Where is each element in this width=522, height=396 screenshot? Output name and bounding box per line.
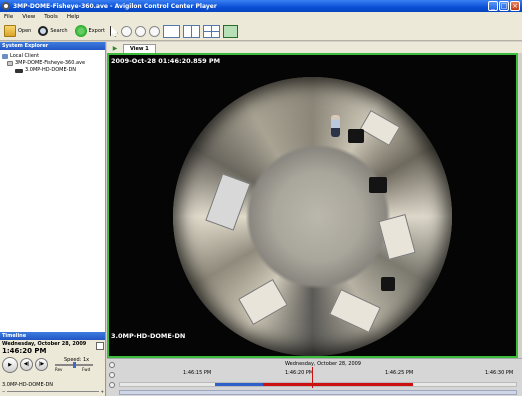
app-icon <box>2 2 10 10</box>
layout-split-icon[interactable] <box>182 24 200 38</box>
pan-tool-icon[interactable] <box>120 25 132 37</box>
scrubber-tick: 1:46:20 PM <box>285 370 314 376</box>
minimize-button[interactable]: _ <box>488 1 498 11</box>
timeline-time: 1:46:20 PM <box>2 347 47 355</box>
search-icon <box>38 26 49 36</box>
toolbar: Open Search Export <box>0 22 522 41</box>
chair <box>369 177 387 193</box>
speed-control[interactable]: Speed: 1x Rev Fwd <box>54 357 96 372</box>
play-icon[interactable]: ▶ <box>111 44 119 53</box>
system-tree: Local Client 3MP-DOME-Fisheye-360.ave 3.… <box>0 50 105 77</box>
desk <box>205 173 251 231</box>
play-button[interactable]: ▶ <box>2 356 18 373</box>
scrubber-date: Wednesday, October 28, 2009 <box>285 361 361 367</box>
calendar-icon[interactable] <box>96 342 104 350</box>
timeline-scrollbar[interactable] <box>119 390 517 395</box>
menu-bar: File View Tools Help <box>0 12 522 22</box>
open-button[interactable]: Open <box>2 24 33 39</box>
zoom-in-icon[interactable] <box>134 25 146 37</box>
speed-label: Speed: 1x <box>64 357 90 363</box>
open-label: Open <box>18 28 32 34</box>
camera-icon <box>15 68 23 73</box>
scrubber-tick: 1:46:15 PM <box>183 370 212 376</box>
zoom-in-icon[interactable]: + <box>101 389 104 394</box>
pointer-tool-icon[interactable] <box>109 25 118 37</box>
file-icon <box>7 61 13 66</box>
desk <box>329 289 381 333</box>
scrubber-down-button[interactable] <box>109 372 115 378</box>
maximize-button[interactable]: □ <box>499 1 509 11</box>
motion-segment <box>215 383 263 386</box>
tree-item-camera[interactable]: 3.0MP-HD-DOME-DN <box>2 67 103 74</box>
timeline-panel: Timeline Wednesday, October 28, 2009 1:4… <box>0 332 106 396</box>
layout-single-icon[interactable] <box>162 24 180 38</box>
desk <box>378 214 416 260</box>
system-explorer-panel: System Explorer Local Client 3MP-DOME-Fi… <box>0 42 106 332</box>
tree-item-label: Local Client <box>10 53 40 59</box>
tree-item-label: 3MP-DOME-Fisheye-360.ave <box>15 60 86 66</box>
scrubber-tick: 1:46:25 PM <box>385 370 414 376</box>
video-camera-label: 3.0MP-HD-DOME-DN <box>111 332 186 340</box>
scrubber-up-button[interactable] <box>109 362 115 368</box>
view-tab-bar: ▶ View 1 <box>107 42 522 53</box>
tree-item-label: 3.0MP-HD-DOME-DN <box>25 67 77 73</box>
menu-file[interactable]: File <box>4 14 13 20</box>
speed-slider-thumb[interactable] <box>72 362 76 368</box>
speed-fwd-label: Fwd <box>82 367 91 372</box>
scrubber-zoom-button[interactable] <box>109 382 115 388</box>
chair <box>381 277 395 291</box>
timeline-zoom[interactable]: − + <box>2 389 104 394</box>
speed-rev-label: Rev <box>55 367 63 372</box>
chair <box>348 129 364 143</box>
layout-grid-icon[interactable] <box>202 24 220 38</box>
menu-tools[interactable]: Tools <box>44 14 58 20</box>
scrubber-buttons <box>109 362 115 388</box>
recording-track[interactable] <box>119 382 517 387</box>
export-icon <box>74 25 87 37</box>
tree-item-ave-file[interactable]: 3MP-DOME-Fisheye-360.ave <box>2 60 103 67</box>
timeline-scrubber[interactable]: Wednesday, October 28, 2009 1:46:15 PM 1… <box>107 358 522 396</box>
scrubber-tick: 1:46:30 PM <box>485 370 514 376</box>
playhead-cursor[interactable] <box>312 367 313 388</box>
export-label: Export <box>88 28 105 34</box>
zoom-out-icon[interactable] <box>148 25 160 37</box>
window-controls: _ □ × <box>488 1 520 11</box>
video-pane[interactable]: 2009-Oct-28 01:46:20.859 PM 3.0MP-HD-DOM… <box>107 53 518 358</box>
person <box>331 115 340 137</box>
recording-segment <box>263 383 413 386</box>
system-explorer-title: System Explorer <box>0 42 105 50</box>
step-forward-button[interactable]: |▶ <box>35 358 48 371</box>
zoom-track[interactable] <box>7 391 99 392</box>
tree-item-local-client[interactable]: Local Client <box>2 53 103 60</box>
timeline-title: Timeline <box>0 332 105 340</box>
zoom-out-icon[interactable]: − <box>2 389 5 394</box>
video-timestamp: 2009-Oct-28 01:46:20.859 PM <box>111 57 221 65</box>
search-button[interactable]: Search <box>36 24 69 39</box>
step-back-button[interactable]: ◀| <box>20 358 33 371</box>
close-button[interactable]: × <box>510 1 520 11</box>
desk <box>238 279 288 325</box>
title-bar: 3MP-DOME-Fisheye-360.ave - Avigilon Cont… <box>0 0 522 12</box>
export-button[interactable]: Export <box>73 24 107 39</box>
menu-help[interactable]: Help <box>67 14 80 20</box>
computer-icon <box>2 54 8 59</box>
fullscreen-icon[interactable] <box>222 24 238 38</box>
timeline-camera-label: 3.0MP-HD-DOME-DN <box>2 382 54 388</box>
menu-view[interactable]: View <box>22 14 35 20</box>
playback-controls: ▶ ◀| |▶ Speed: 1x Rev Fwd <box>2 356 103 373</box>
folder-icon <box>4 25 16 37</box>
desk <box>359 109 401 147</box>
search-label: Search <box>50 28 68 34</box>
tab-view-1[interactable]: View 1 <box>123 44 156 53</box>
fisheye-video-image <box>173 77 452 356</box>
window-title: 3MP-DOME-Fisheye-360.ave - Avigilon Cont… <box>13 2 217 10</box>
